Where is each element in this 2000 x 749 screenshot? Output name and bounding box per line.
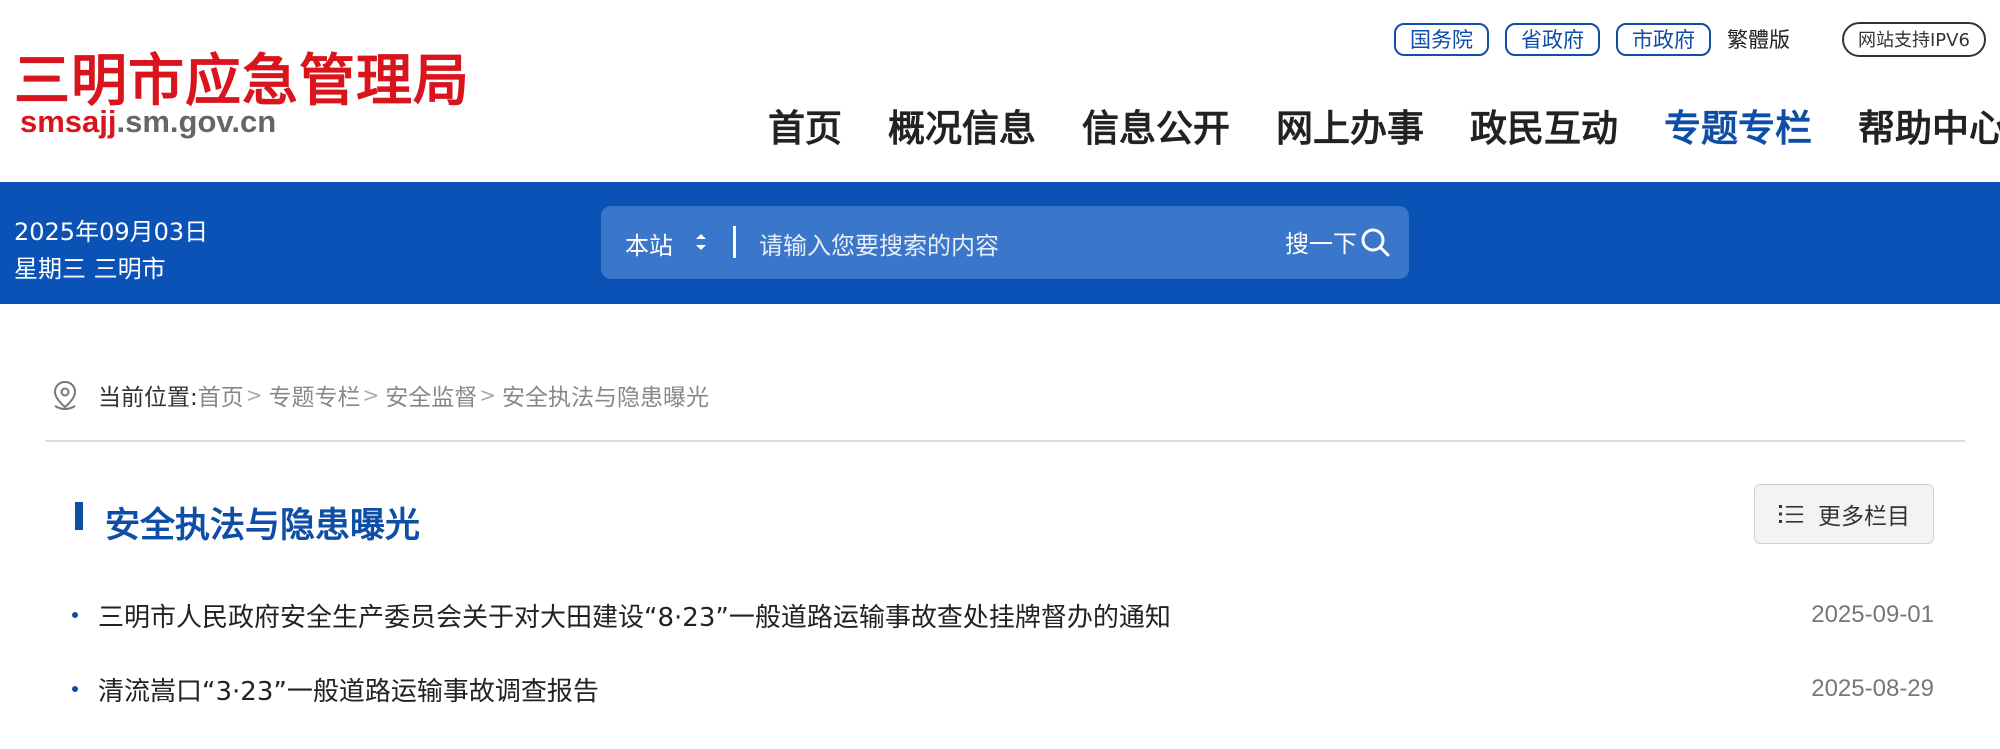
more-columns-button[interactable]: 更多栏目 [1754,484,1934,544]
nav-item-special-topics[interactable]: 专题专栏 [1664,98,1812,152]
breadcrumb-lead: 当前位置: [98,385,198,411]
ipv6-badge[interactable]: 网站支持IPV6 [1842,21,1986,57]
list-icon [1779,505,1803,523]
nav-item-online-services[interactable]: 网上办事 [1276,98,1424,152]
top-link-state-council[interactable]: 国务院 [1394,22,1489,56]
nav-item-interaction[interactable]: 政民互动 [1470,98,1618,152]
nav-item-home[interactable]: 首页 [768,98,842,152]
search-button-label: 搜一下 [1285,230,1357,258]
nav-item-help-center[interactable]: 帮助中心 [1858,98,2000,152]
article-date: 2025-08-29 [1811,675,1934,702]
nav-item-info-disclosure[interactable]: 信息公开 [1082,98,1230,152]
main-nav: 首页 概况信息 信息公开 网上办事 政民互动 专题专栏 帮助中心 [768,98,2000,152]
weekday-city: 星期三 三明市 [14,255,166,283]
top-links: 国务院 省政府 市政府 繁體版 网站支持IPV6 [1394,21,1986,57]
site-header: 三明市应急管理局 smsajj.sm.gov.cn 国务院 省政府 市政府 繁體… [0,0,2000,182]
search-button[interactable]: 搜一下 [1285,224,1391,259]
location-pin-icon [53,380,77,410]
breadcrumb-separator: > [362,383,380,407]
section-title-marker [75,502,83,530]
list-bullet [72,612,78,618]
current-date: 2025年09月03日 [14,218,209,246]
list-item[interactable]: 清流嵩口“3·23”一般道路运输事故调查报告 2025-08-29 [72,669,1934,709]
top-link-city-gov[interactable]: 市政府 [1616,22,1711,56]
logo-url-prefix: smsajj [20,104,117,139]
breadcrumb-safety-supervision[interactable]: 安全监督 [385,378,477,412]
list-bullet [72,686,78,692]
more-columns-label: 更多栏目 [1818,504,1910,530]
traditional-chinese-link[interactable]: 繁體版 [1727,24,1790,54]
search-box: 本站 请输入您要搜索的内容 搜一下 [601,206,1409,279]
breadcrumb-separator: > [245,383,263,407]
breadcrumb-separator: > [479,383,497,407]
breadcrumb-special-topics[interactable]: 专题专栏 [269,378,361,412]
breadcrumb-home[interactable]: 首页 [198,378,244,412]
breadcrumb-divider [45,440,1965,442]
breadcrumb: 当前位置: 首页 > 专题专栏 > 安全监督 > 安全执法与隐患曝光 [50,378,709,412]
search-scope-select[interactable]: 本站 [625,226,673,261]
article-title[interactable]: 清流嵩口“3·23”一般道路运输事故调查报告 [98,671,1811,708]
sort-arrows-icon[interactable] [694,230,708,254]
logo-url-domain: .sm.gov.cn [116,104,277,139]
nav-item-overview[interactable]: 概况信息 [888,98,1036,152]
top-link-provincial-gov[interactable]: 省政府 [1505,22,1600,56]
list-item[interactable]: 三明市人民政府安全生产委员会关于对大田建设“8·23”一般道路运输事故查处挂牌督… [72,595,1934,635]
breadcrumb-current[interactable]: 安全执法与隐患曝光 [502,378,709,412]
search-divider [733,226,736,258]
article-date: 2025-09-01 [1811,601,1934,628]
search-input[interactable]: 请输入您要搜索的内容 [759,226,999,261]
section-title: 安全执法与隐患曝光 [105,506,421,546]
search-icon [1361,228,1390,256]
search-bar-strip: 2025年09月03日 星期三 三明市 本站 请输入您要搜索的内容 搜一下 [0,182,2000,304]
site-logo-url[interactable]: smsajj.sm.gov.cn [20,104,276,140]
article-title[interactable]: 三明市人民政府安全生产委员会关于对大田建设“8·23”一般道路运输事故查处挂牌督… [98,597,1811,634]
